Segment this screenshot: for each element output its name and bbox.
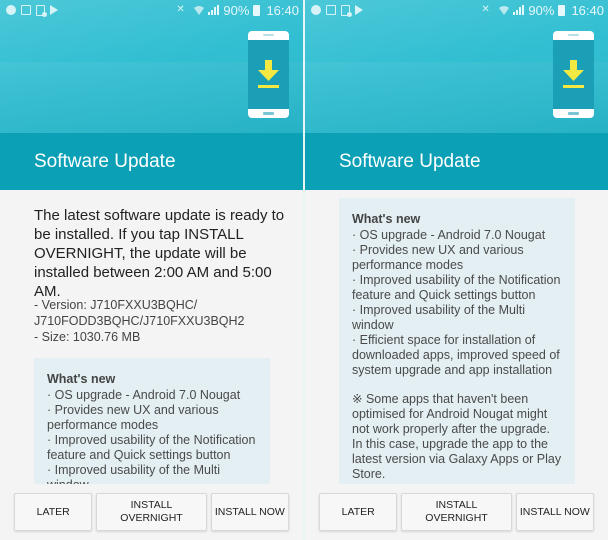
messenger-icon: [6, 5, 16, 15]
whats-new-item: · Improved usability of the Notification…: [47, 433, 256, 462]
gallery-icon: [326, 5, 336, 15]
battery-icon: [253, 4, 261, 16]
version-line-1: - Version: J710FXXU3BQHC/: [34, 298, 198, 312]
whats-new-title: What's new: [47, 372, 116, 386]
status-bar: ✕ 90% 16:40: [0, 0, 303, 20]
whats-new-panel: What's new · OS upgrade - Android 7.0 No…: [34, 358, 270, 484]
gallery-icon: [21, 5, 31, 15]
compatibility-note: ※ Some apps that haven't been optimised …: [352, 392, 562, 481]
install-now-button[interactable]: INSTALL NOW: [515, 493, 594, 531]
clock: 16:40: [571, 2, 604, 18]
action-buttons: LATER INSTALL OVERNIGHT INSTALL NOW: [14, 493, 289, 531]
battery-icon: [558, 4, 566, 16]
file-settings-icon: [341, 4, 352, 17]
whats-new-item: · Improved usability of the Multi window: [352, 303, 525, 332]
battery-percent: 90%: [528, 2, 555, 18]
page-title: Software Update: [305, 133, 608, 190]
version-line-2: J710FODD3BQHC/J710FXXU3BQH2: [34, 314, 245, 328]
phone-screen-right: ✕ 90% 16:40 Software Update What's new ·…: [305, 0, 608, 540]
install-overnight-button[interactable]: INSTALL OVERNIGHT: [401, 493, 512, 531]
download-icon: [258, 60, 279, 88]
whats-new-item: · Provides new UX and various performanc…: [47, 403, 219, 432]
phone-download-illustration: [553, 31, 594, 118]
messenger-icon: [311, 5, 321, 15]
phone-screen-left: ✕ 90% 16:40 Software Update The latest s…: [0, 0, 303, 540]
later-button[interactable]: LATER: [319, 493, 398, 531]
hero-banner: ✕ 90% 16:40: [0, 0, 303, 133]
whats-new-item: · OS upgrade - Android 7.0 Nougat: [352, 228, 546, 242]
update-description: The latest software update is ready to b…: [34, 207, 285, 300]
wifi-icon: [194, 6, 205, 15]
file-settings-icon: [36, 4, 47, 17]
install-now-button[interactable]: INSTALL NOW: [210, 493, 289, 531]
whats-new-item: · Efficient space for installation of do…: [352, 333, 560, 377]
mute-icon: ✕: [176, 4, 185, 15]
update-meta: - Version: J710FXXU3BQHC/ J710FODD3BQHC/…: [34, 297, 287, 345]
battery-percent: 90%: [223, 2, 250, 18]
status-bar: ✕ 90% 16:40: [305, 0, 608, 20]
whats-new-item: · Improved usability of the Notification…: [352, 273, 561, 302]
whats-new-item: · OS upgrade - Android 7.0 Nougat: [47, 388, 241, 402]
whats-new-item: · Provides new UX and various performanc…: [352, 243, 524, 272]
install-overnight-button[interactable]: INSTALL OVERNIGHT: [96, 493, 207, 531]
action-buttons: LATER INSTALL OVERNIGHT INSTALL NOW: [319, 493, 594, 531]
play-store-icon: [355, 5, 363, 15]
signal-icon: [208, 5, 220, 15]
wifi-icon: [499, 6, 510, 15]
download-icon: [563, 60, 584, 88]
whats-new-title: What's new: [352, 212, 421, 226]
page-title: Software Update: [0, 133, 303, 190]
signal-icon: [513, 5, 525, 15]
clock: 16:40: [266, 2, 299, 18]
mute-icon: ✕: [481, 4, 490, 15]
play-store-icon: [50, 5, 58, 15]
phone-download-illustration: [248, 31, 289, 118]
whats-new-item: · Improved usability of the Multi window: [47, 463, 220, 484]
later-button[interactable]: LATER: [14, 493, 93, 531]
whats-new-panel: What's new · OS upgrade - Android 7.0 No…: [339, 198, 575, 484]
update-content[interactable]: The latest software update is ready to b…: [0, 190, 303, 540]
size-line: - Size: 1030.76 MB: [34, 330, 141, 344]
hero-banner: ✕ 90% 16:40: [305, 0, 608, 133]
update-content[interactable]: What's new · OS upgrade - Android 7.0 No…: [305, 190, 608, 540]
